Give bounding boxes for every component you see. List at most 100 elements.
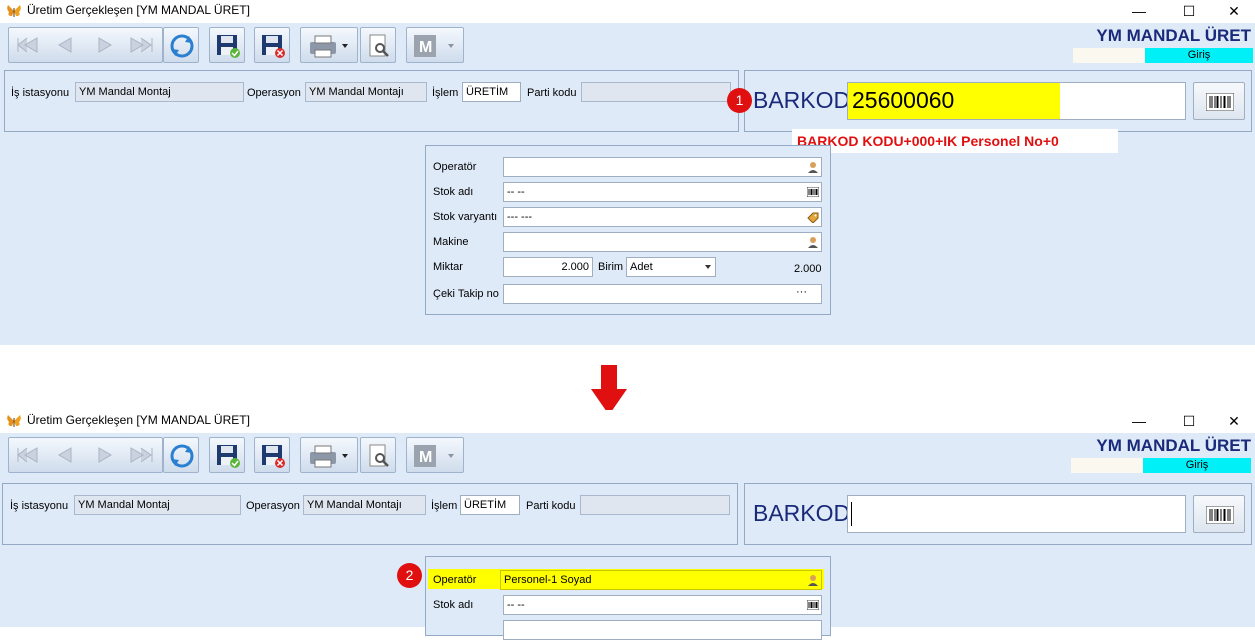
step-2-badge: 2 — [397, 563, 422, 588]
svg-text:M: M — [419, 39, 432, 56]
minimize-button[interactable]: — — [1129, 412, 1149, 430]
islem-field[interactable]: ÜRETİM — [460, 495, 520, 515]
tag-icon[interactable] — [807, 211, 819, 223]
stok-varyanti-field-partial[interactable] — [503, 620, 822, 640]
parti-kodu-field[interactable] — [580, 495, 730, 515]
save-button[interactable] — [209, 437, 245, 473]
parti-kodu-label: Parti kodu — [526, 500, 576, 512]
printer-icon — [310, 35, 348, 58]
status-blank — [1073, 48, 1145, 63]
navigation-group — [8, 437, 163, 473]
save-icon — [217, 35, 240, 58]
stok-varyanti-field[interactable]: --- --- — [503, 207, 822, 227]
barcode-icon — [1206, 506, 1234, 524]
last-record-icon[interactable] — [129, 446, 155, 464]
miktar-label: Miktar — [433, 261, 463, 273]
is-istasyonu-label: İş istasyonu — [10, 500, 69, 512]
next-record-icon[interactable] — [93, 446, 117, 464]
barcode-icon — [1206, 93, 1234, 111]
chevron-down-icon — [705, 265, 711, 269]
screenshot-before: Üretim Gerçekleşen [YM MANDAL ÜRET] — ☐ … — [0, 0, 1255, 345]
operator-field[interactable] — [503, 157, 822, 177]
detail-form-panel: Operatör Stok adı -- -- Stok varyantı --… — [425, 145, 831, 315]
refresh-icon — [170, 34, 194, 58]
operasyon-field[interactable]: YM Mandal Montajı — [303, 495, 426, 515]
person-icon[interactable] — [807, 161, 819, 173]
last-record-icon[interactable] — [129, 36, 155, 54]
save-cancel-button[interactable] — [254, 27, 290, 63]
title-bar: Üretim Gerçekleşen [YM MANDAL ÜRET] — ☐ … — [0, 410, 1255, 433]
ceki-field[interactable] — [503, 284, 822, 304]
is-istasyonu-label: İş istasyonu — [11, 87, 70, 99]
save-delete-icon — [262, 445, 285, 468]
m-menu-button[interactable]: M — [406, 27, 464, 63]
mode-badge: Giriş — [1143, 458, 1251, 473]
barkod-label: BARKOD — [753, 500, 851, 526]
save-button[interactable] — [209, 27, 245, 63]
parti-kodu-field[interactable] — [581, 82, 731, 102]
print-button[interactable] — [300, 437, 358, 473]
birim-select[interactable]: Adet — [626, 257, 716, 277]
stok-adi-field[interactable]: -- -- — [503, 182, 822, 202]
close-button[interactable]: ✕ — [1224, 412, 1244, 430]
brand-title: YM MANDAL ÜRET — [1096, 26, 1251, 45]
first-record-icon[interactable] — [15, 36, 39, 54]
stok-varyanti-label: Stok varyantı — [433, 211, 498, 223]
refresh-icon — [170, 444, 194, 468]
operasyon-field[interactable]: YM Mandal Montajı — [305, 82, 427, 102]
stok-adi-field[interactable]: -- -- — [503, 595, 822, 615]
ellipsis-icon[interactable]: ··· — [796, 286, 807, 298]
minimize-button[interactable]: — — [1129, 2, 1149, 20]
detail-form-panel: Operatör Personel-1 Soyad Stok adı -- -- — [425, 556, 831, 640]
makine-label: Makine — [433, 236, 469, 248]
step-1-badge: 1 — [727, 88, 752, 113]
islem-field[interactable]: ÜRETİM — [462, 82, 521, 102]
butterfly-icon — [7, 415, 21, 427]
barcode-small-icon[interactable] — [807, 187, 819, 197]
stok-adi-label: Stok adı — [433, 599, 474, 611]
barcode-small-icon[interactable] — [807, 600, 819, 610]
miktar-field[interactable]: 2.000 — [503, 257, 593, 277]
first-record-icon[interactable] — [15, 446, 39, 464]
operator-label: Operatör — [433, 574, 477, 586]
barkod-hint-note: BARKOD KODU+000+IK Personel No+0 — [792, 129, 1118, 153]
person-icon[interactable] — [807, 236, 819, 248]
barcode-scan-button[interactable] — [1193, 495, 1245, 533]
document-tools-icon — [369, 34, 389, 57]
save-cancel-button[interactable] — [254, 437, 290, 473]
person-icon[interactable] — [807, 574, 819, 586]
next-record-icon[interactable] — [93, 36, 117, 54]
makine-field[interactable] — [503, 232, 822, 252]
is-istasyonu-field[interactable]: YM Mandal Montaj — [75, 82, 244, 102]
brand-title: YM MANDAL ÜRET — [1096, 436, 1251, 455]
navigation-group — [8, 27, 163, 63]
maximize-button[interactable]: ☐ — [1179, 412, 1199, 430]
tools-button[interactable] — [360, 437, 396, 473]
prev-record-icon[interactable] — [53, 36, 77, 54]
barkod-input[interactable] — [847, 495, 1186, 533]
maximize-button[interactable]: ☐ — [1179, 2, 1199, 20]
is-istasyonu-field[interactable]: YM Mandal Montaj — [74, 495, 241, 515]
barcode-scan-button[interactable] — [1193, 82, 1245, 120]
status-blank — [1071, 458, 1143, 473]
birim-label: Birim — [598, 261, 624, 273]
title-bar: Üretim Gerçekleşen [YM MANDAL ÜRET] — ☐ … — [0, 0, 1255, 23]
refresh-button[interactable] — [163, 437, 199, 473]
prev-record-icon[interactable] — [53, 446, 77, 464]
operator-label: Operatör — [433, 161, 477, 173]
m-menu-button[interactable]: M — [406, 437, 464, 473]
islem-label: İşlem — [432, 87, 459, 99]
print-button[interactable] — [300, 27, 358, 63]
m-menu-icon: M — [414, 35, 454, 57]
close-button[interactable]: ✕ — [1224, 2, 1244, 20]
barkod-label: BARKOD — [753, 87, 851, 113]
operasyon-label: Operasyon — [247, 87, 301, 99]
operator-field[interactable]: Personel-1 Soyad — [500, 570, 822, 590]
tools-button[interactable] — [360, 27, 396, 63]
status-strip: Giriş — [1071, 458, 1251, 473]
birim-value: Adet — [630, 261, 653, 273]
status-strip: Giriş — [1073, 48, 1253, 63]
barkod-value: 25600060 — [852, 87, 955, 113]
header-form-panel: İş istasyonu YM Mandal Montaj Operasyon … — [2, 483, 738, 545]
refresh-button[interactable] — [163, 27, 199, 63]
